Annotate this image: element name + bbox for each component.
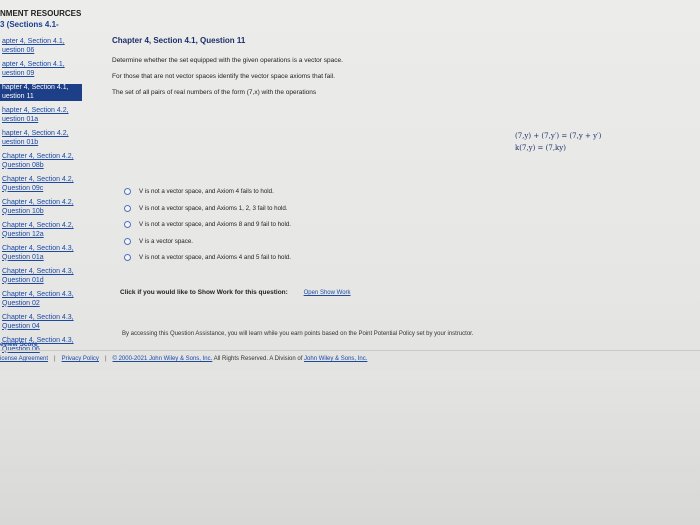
sidebar-item[interactable]: Chapter 4, Section 4.3, Question 04 xyxy=(0,314,98,331)
radio-button[interactable] xyxy=(124,237,131,245)
answer-option-label: V is not a vector space, and Axiom 4 fai… xyxy=(139,188,274,195)
answer-option[interactable]: V is not a vector space, and Axiom 4 fai… xyxy=(124,188,291,195)
sidebar-nav-list: apter 4, Section 4.1, uestion 06 apter 4, … xyxy=(0,38,98,354)
footer-separator: | xyxy=(104,356,107,362)
rights-text: All Rights Reserved. A Division of xyxy=(213,356,303,362)
privacy-policy-link[interactable]: Privacy Policy xyxy=(62,356,99,362)
sidebar-item[interactable]: hapter 4, Section 4.1, uestion 11 xyxy=(0,84,82,101)
sidebar-item-line2: Question 04 xyxy=(2,322,40,330)
answer-options: V is not a vector space, and Axiom 4 fai… xyxy=(124,188,291,271)
sidebar-item-line1: Chapter 4, Section 4.3, xyxy=(2,268,74,275)
license-agreement-link[interactable]: icense Agreement xyxy=(0,356,48,362)
show-work-row: Click if you would like to Show Work for… xyxy=(120,289,351,296)
sidebar-header: NMENT RESOURCES xyxy=(0,9,82,18)
sidebar-item-line1: Chapter 4, Section 4.3, xyxy=(2,314,74,321)
assistance-notice: By accessing this Question Assistance, y… xyxy=(122,331,474,337)
answer-option[interactable]: V is not a vector space, and Axioms 1, 2… xyxy=(124,204,291,212)
radio-button[interactable] xyxy=(124,204,131,212)
sidebar-item-line2: Question 02 xyxy=(2,299,40,307)
sidebar-item[interactable]: Chapter 4, Section 4.3, Question 02 xyxy=(0,291,98,308)
question-instruction: Determine whether the set equipped with … xyxy=(112,57,343,64)
sidebar-item[interactable]: hapter 4, Section 4.2, uestion 01b xyxy=(0,130,98,147)
radio-button[interactable] xyxy=(124,254,131,262)
answer-option-label: V is not a vector space, and Axioms 1, 2… xyxy=(139,204,288,212)
sidebar-item[interactable]: apter 4, Section 4.1, uestion 06 xyxy=(0,38,98,55)
sidebar: NMENT RESOURCES 3 (Sections 4.1- apter 4… xyxy=(0,8,98,353)
addition-formula: (7,y) + (7,y′) = (7,y + y′) xyxy=(515,132,602,140)
answer-option-label: V is not a vector space, and Axioms 8 an… xyxy=(139,221,292,229)
scalar-mult-formula: k(7,y) = (7,ky) xyxy=(515,144,566,152)
sidebar-item-line1: Chapter 4, Section 4.3, xyxy=(2,245,74,252)
radio-button[interactable] xyxy=(124,221,131,229)
sidebar-item[interactable]: Chapter 4, Section 4.2, Question 10b xyxy=(0,199,98,216)
open-show-work-link[interactable]: Open Show Work xyxy=(304,290,351,296)
sidebar-item-line2: uestion 09 xyxy=(2,69,35,77)
sidebar-item-line1: Chapter 4, Section 4.2, xyxy=(2,222,74,229)
question-title: Chapter 4, Section 4.1, Question 11 xyxy=(112,36,246,45)
sidebar-item-line1: Chapter 4, Section 4.2, xyxy=(2,199,74,206)
sidebar-item-line2: uestion 11 xyxy=(2,92,34,100)
sidebar-item-line1: hapter 4, Section 4.2, xyxy=(2,107,69,114)
sidebar-item-line2: Question 12a xyxy=(2,230,44,238)
empty-page-area xyxy=(0,370,700,525)
sidebar-item-line2: uestion 01b xyxy=(2,138,39,146)
main-content: Chapter 4, Section 4.1, Question 11 Dete… xyxy=(112,36,692,104)
screen: NMENT RESOURCES 3 (Sections 4.1- apter 4… xyxy=(0,0,700,525)
wiley-division-link[interactable]: John Wiley & Sons, Inc. xyxy=(304,356,367,362)
sidebar-item[interactable]: hapter 4, Section 4.2, uestion 01a xyxy=(0,107,98,124)
show-work-prompt: Click if you would like to Show Work for… xyxy=(120,289,288,296)
answer-option[interactable]: V is a vector space. xyxy=(124,237,291,245)
sidebar-item[interactable]: Chapter 4, Section 4.2, Question 09c xyxy=(0,176,98,193)
operations-formulas: (7,y) + (7,y′) = (7,y + y′) k(7,y) = (7,… xyxy=(515,130,601,154)
radio-button[interactable] xyxy=(124,188,131,195)
sidebar-item-line2: Question 01d xyxy=(2,276,44,284)
sidebar-item-line2: uestion 06 xyxy=(2,46,35,54)
sidebar-item[interactable]: Chapter 4, Section 4.2, Question 12a xyxy=(0,222,98,239)
sidebar-item-line2: Question 09c xyxy=(2,184,44,192)
answer-option-label: V is not a vector space, and Axioms 4 an… xyxy=(139,254,292,262)
sidebar-item[interactable]: Chapter 4, Section 4.2, Question 08b xyxy=(0,153,98,170)
copyright-link[interactable]: © 2000-2021 John Wiley & Sons, Inc. xyxy=(113,356,213,362)
question-set-description: The set of all pairs of real numbers of … xyxy=(112,89,317,96)
footer-separator: | xyxy=(54,356,56,362)
sidebar-item-line2: Question 08b xyxy=(2,161,44,169)
sidebar-subheader[interactable]: 3 (Sections 4.1- xyxy=(0,19,98,30)
sidebar-item-line1: Chapter 4, Section 4.3, xyxy=(2,291,74,298)
question-subinstruction: For those that are not vector spaces ide… xyxy=(112,73,335,80)
review-score-link[interactable]: eview Score xyxy=(0,341,38,348)
sidebar-item-line2: Question 10b xyxy=(2,207,44,215)
sidebar-item[interactable]: apter 4, Section 4.1, uestion 09 xyxy=(0,61,98,78)
sidebar-item-line1: apter 4, Section 4.1, xyxy=(2,38,65,45)
sidebar-item-line2: Question 01a xyxy=(2,253,44,261)
sidebar-item-line1: hapter 4, Section 4.1, xyxy=(2,84,69,91)
sidebar-item-line1: Chapter 4, Section 4.2, xyxy=(2,153,74,160)
footer: icense Agreement | Privacy Policy | © 2000-2… xyxy=(0,356,367,362)
answer-option-label: V is a vector space. xyxy=(139,237,193,245)
sidebar-item[interactable]: Chapter 4, Section 4.3, Question 01d xyxy=(0,268,98,285)
footer-divider xyxy=(0,350,700,351)
sidebar-item-line1: hapter 4, Section 4.2, xyxy=(2,130,69,137)
sidebar-item-line2: uestion 01a xyxy=(2,115,39,123)
sidebar-item-line1: apter 4, Section 4.1, xyxy=(2,61,65,68)
sidebar-item[interactable]: Chapter 4, Section 4.3, Question 01a xyxy=(0,245,98,262)
sidebar-item-line1: Chapter 4, Section 4.2, xyxy=(2,176,74,183)
answer-option[interactable]: V is not a vector space, and Axioms 8 an… xyxy=(124,221,292,229)
answer-option[interactable]: V is not a vector space, and Axioms 4 an… xyxy=(124,254,292,262)
